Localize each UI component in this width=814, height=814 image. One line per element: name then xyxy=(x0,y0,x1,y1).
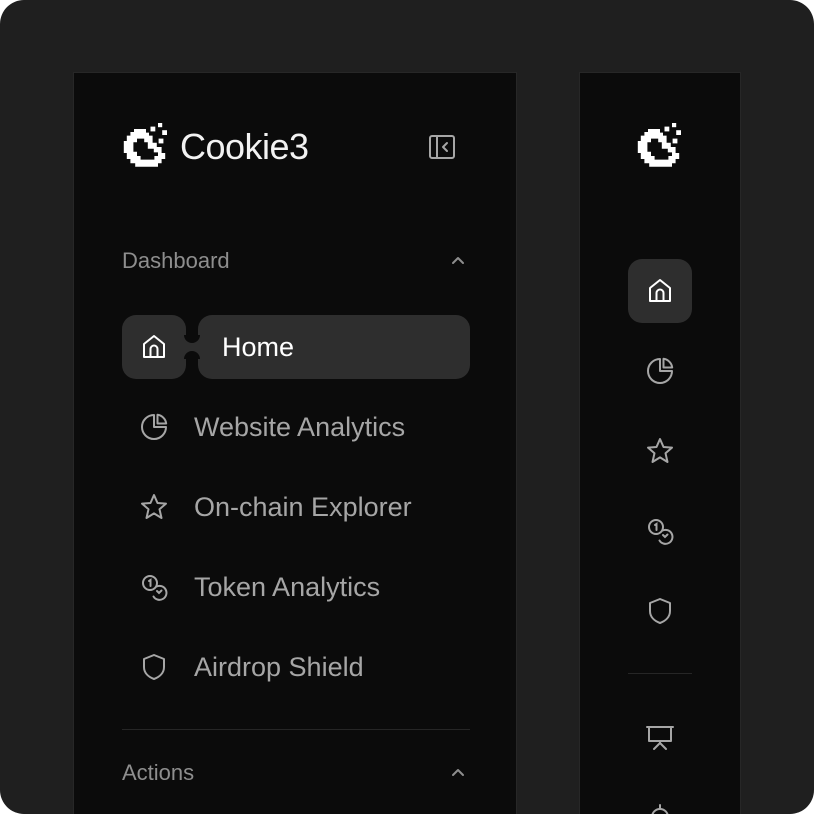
presentation-icon xyxy=(646,726,674,750)
collapsed-nav-token-analytics[interactable] xyxy=(628,499,692,563)
nav-label: Airdrop Shield xyxy=(194,651,364,682)
nav-label: Website Analytics xyxy=(194,411,406,442)
shield-icon xyxy=(649,598,671,624)
nav-label: On-chain Explorer xyxy=(194,491,412,522)
collapsed-nav-airdrop-shield[interactable] xyxy=(628,579,692,643)
home-icon xyxy=(649,279,671,302)
star-icon xyxy=(647,438,673,463)
nav-icon-box xyxy=(122,315,186,379)
expanded-sidebar: Cookie3 Dashboard Home Website Analytics… xyxy=(73,72,517,814)
sidebar-collapse-icon xyxy=(429,135,455,159)
collapsed-nav-presentation[interactable] xyxy=(628,705,692,769)
pie-chart-icon xyxy=(647,357,674,384)
pie-chart-icon xyxy=(141,413,168,440)
section-label: Dashboard xyxy=(122,248,230,273)
brand-name: Cookie3 xyxy=(180,126,309,167)
app-frame: Cookie3 Dashboard Home Website Analytics… xyxy=(0,0,814,814)
home-icon xyxy=(143,335,165,358)
chevron-up-icon[interactable] xyxy=(448,763,468,783)
nav-item-token-analytics[interactable]: Token Analytics xyxy=(122,555,470,619)
nav-item-airdrop-shield[interactable]: Airdrop Shield xyxy=(122,635,470,699)
nav-icon-box xyxy=(122,395,186,459)
coins-icon xyxy=(648,519,674,545)
star-icon xyxy=(141,494,167,519)
nav-item-on-chain-explorer[interactable]: On-chain Explorer xyxy=(122,475,470,539)
collapsed-nav-target[interactable] xyxy=(628,785,692,814)
nav-icon-box xyxy=(122,475,186,539)
nav-icon-box xyxy=(122,635,186,699)
active-label-pill: Home xyxy=(198,315,470,379)
target-icon xyxy=(651,804,669,814)
cookie3-logo-icon xyxy=(123,123,167,167)
brand-logo[interactable]: Cookie3 xyxy=(122,123,309,171)
shield-icon xyxy=(143,654,165,680)
nav-icon-box xyxy=(122,555,186,619)
nav-label: Token Analytics xyxy=(194,571,381,602)
nav-label: Home xyxy=(222,331,295,362)
cookie3-logo-icon[interactable] xyxy=(636,123,684,171)
collapsed-sidebar xyxy=(579,72,741,814)
active-connector xyxy=(184,335,200,359)
coins-icon xyxy=(142,575,168,601)
collapse-sidebar-button[interactable] xyxy=(426,131,458,163)
collapsed-nav-website-analytics[interactable] xyxy=(628,339,692,403)
collapsed-divider xyxy=(628,673,692,674)
chevron-up-icon[interactable] xyxy=(448,251,468,271)
section-actions-header[interactable]: Actions xyxy=(122,759,470,787)
section-label: Actions xyxy=(122,760,195,785)
collapsed-nav-home[interactable] xyxy=(628,259,692,323)
nav-item-home[interactable]: Home xyxy=(122,315,470,379)
nav-item-website-analytics[interactable]: Website Analytics xyxy=(122,395,470,459)
collapsed-nav-on-chain-explorer[interactable] xyxy=(628,419,692,483)
section-divider xyxy=(122,729,470,730)
section-dashboard-header[interactable]: Dashboard xyxy=(122,247,470,275)
